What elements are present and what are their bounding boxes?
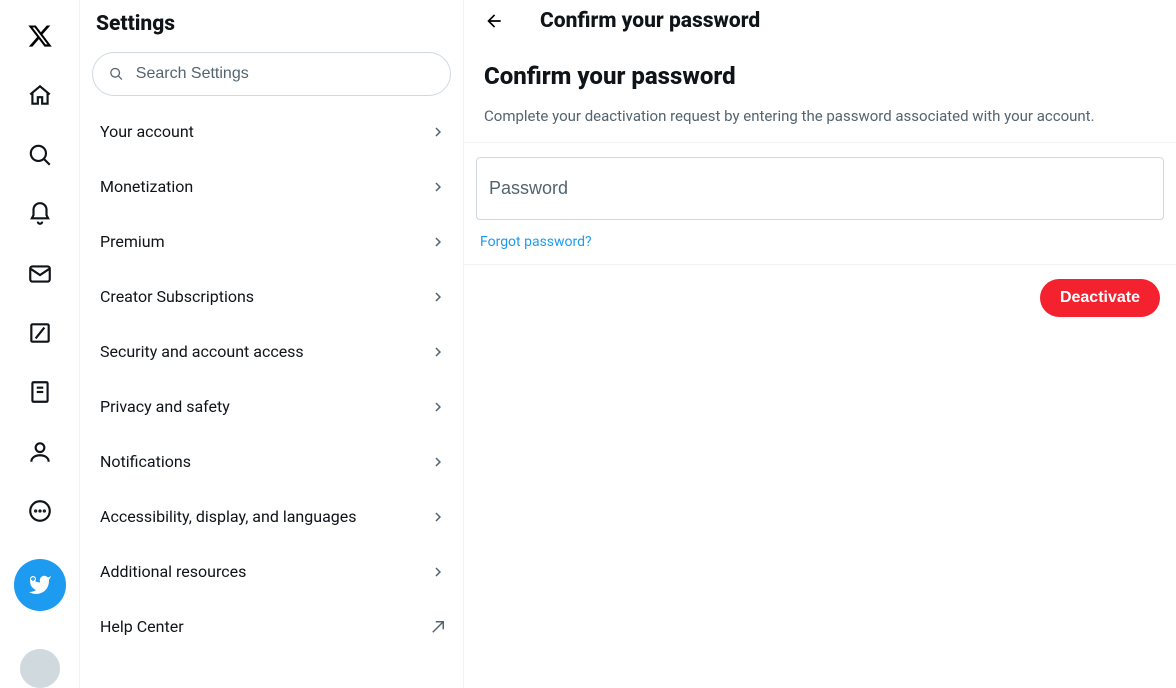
settings-item-label: Help Center — [100, 617, 184, 636]
settings-item[interactable]: Premium — [80, 214, 463, 269]
section-title: Confirm your password — [464, 44, 1176, 96]
home-icon[interactable] — [15, 70, 65, 119]
settings-item[interactable]: Notifications — [80, 434, 463, 489]
settings-item[interactable]: Privacy and safety — [80, 379, 463, 434]
settings-item[interactable]: Security and account access — [80, 324, 463, 379]
chevron-right-icon — [429, 233, 447, 251]
action-row: Deactivate — [464, 264, 1176, 331]
chevron-right-icon — [429, 453, 447, 471]
x-logo-icon[interactable] — [15, 11, 65, 60]
external-link-icon — [429, 618, 447, 636]
detail-header: Confirm your password — [464, 0, 1176, 44]
back-button[interactable] — [476, 3, 512, 39]
profile-icon[interactable] — [15, 427, 65, 476]
messages-icon[interactable] — [15, 249, 65, 298]
notifications-icon[interactable] — [15, 189, 65, 238]
grok-icon[interactable] — [15, 308, 65, 357]
more-icon[interactable] — [15, 487, 65, 536]
detail-header-title: Confirm your password — [540, 9, 760, 33]
settings-item-label: Accessibility, display, and languages — [100, 507, 357, 526]
settings-item-label: Notifications — [100, 452, 191, 471]
chevron-right-icon — [429, 178, 447, 196]
chevron-right-icon — [429, 343, 447, 361]
app-root: Settings Your account Monetization Premium… — [0, 0, 1176, 688]
search-icon[interactable] — [15, 130, 65, 179]
settings-search-box[interactable] — [92, 52, 451, 96]
settings-item-label: Premium — [100, 232, 165, 251]
password-input[interactable] — [476, 157, 1164, 220]
nav-rail — [0, 0, 80, 688]
section-description: Complete your deactivation request by en… — [464, 96, 1176, 143]
arrow-left-icon — [484, 11, 504, 31]
chevron-right-icon — [429, 288, 447, 306]
settings-search-input[interactable] — [134, 64, 434, 84]
settings-item-label: Privacy and safety — [100, 397, 230, 416]
settings-item-label: Creator Subscriptions — [100, 287, 254, 306]
settings-item[interactable]: Accessibility, display, and languages — [80, 489, 463, 544]
deactivate-button[interactable]: Deactivate — [1040, 279, 1160, 317]
chevron-right-icon — [429, 123, 447, 141]
settings-item[interactable]: Monetization — [80, 159, 463, 214]
settings-item-label: Monetization — [100, 177, 193, 196]
account-avatar[interactable] — [20, 649, 60, 688]
settings-title: Settings — [80, 6, 463, 48]
settings-search-wrap — [80, 48, 463, 104]
search-input-icon — [109, 66, 124, 82]
settings-item[interactable]: Creator Subscriptions — [80, 269, 463, 324]
chevron-right-icon — [429, 508, 447, 526]
settings-item-label: Security and account access — [100, 342, 304, 361]
chevron-right-icon — [429, 398, 447, 416]
settings-item-label: Your account — [100, 122, 194, 141]
settings-column: Settings Your account Monetization Premium… — [80, 0, 464, 688]
settings-item[interactable]: Additional resources — [80, 544, 463, 599]
password-block — [464, 143, 1176, 228]
forgot-password-link[interactable]: Forgot password? — [464, 228, 1176, 264]
settings-item[interactable]: Help Center — [80, 599, 463, 654]
settings-item[interactable]: Your account — [80, 104, 463, 159]
lists-icon[interactable] — [15, 368, 65, 417]
chevron-right-icon — [429, 563, 447, 581]
detail-column: Confirm your password Confirm your passw… — [464, 0, 1176, 688]
compose-tweet-button[interactable] — [14, 559, 66, 610]
settings-list: Your account Monetization Premium Creator S… — [80, 104, 463, 654]
settings-item-label: Additional resources — [100, 562, 246, 581]
